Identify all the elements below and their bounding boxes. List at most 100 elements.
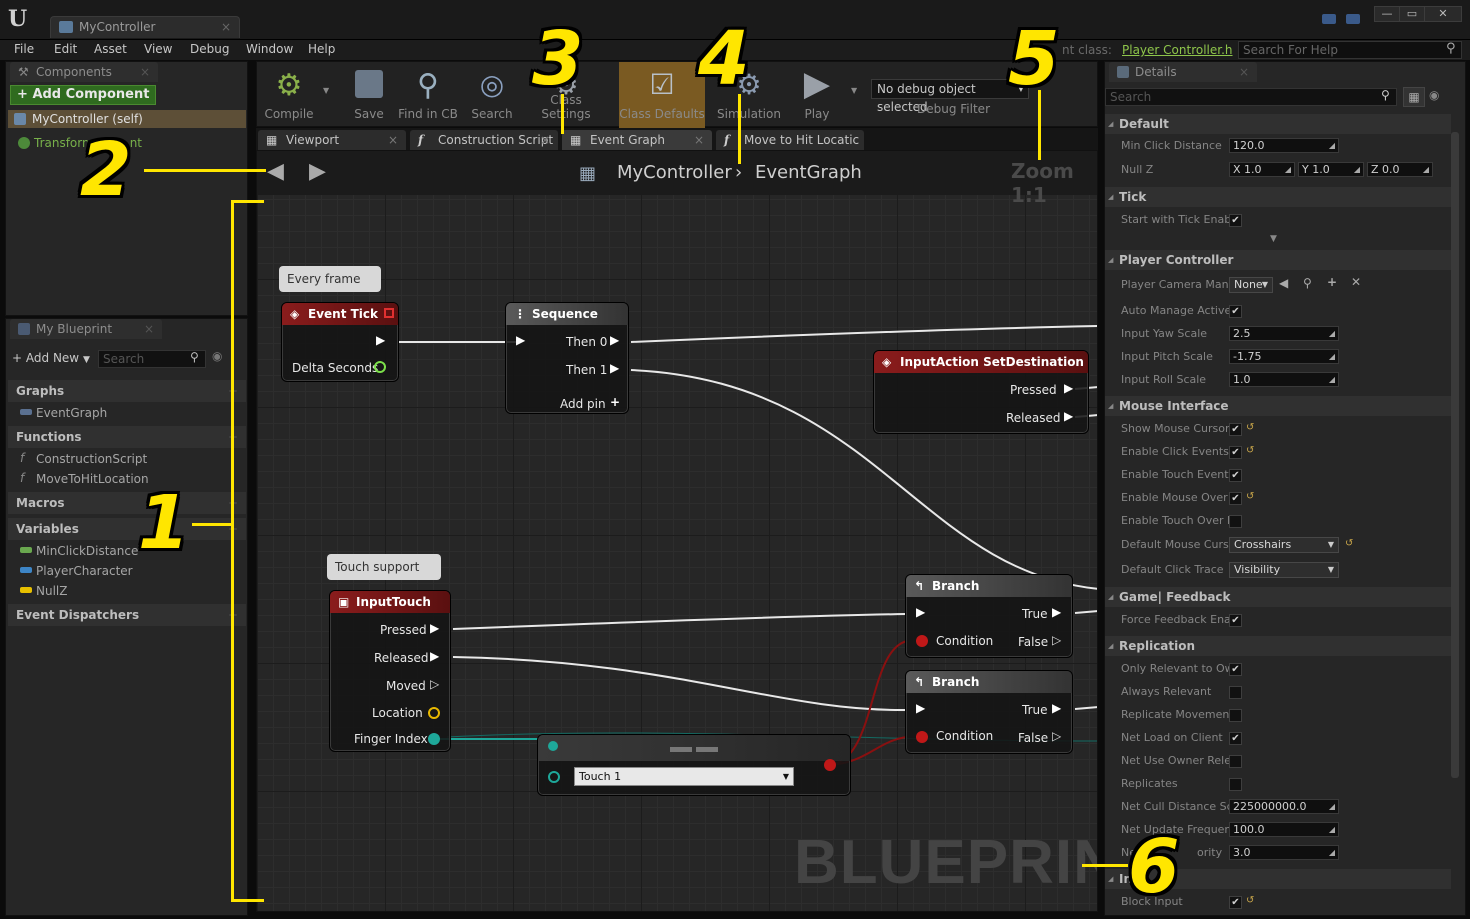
function-item-movetohitlocation[interactable]: f MoveToHitLocation [20, 471, 149, 486]
function-item-constructionscript[interactable]: f ConstructionScript [20, 451, 147, 466]
parent-class-link[interactable]: Player Controller.h [1122, 43, 1233, 57]
input-null-z-y[interactable]: Y 1.0 [1298, 162, 1364, 177]
reset-to-default-icon[interactable]: ↺ [1246, 445, 1254, 456]
clear-icon[interactable]: ✕ [1351, 275, 1361, 289]
save-button[interactable]: Save [343, 62, 395, 128]
class-defaults-button[interactable]: ☑ Class Defaults [619, 62, 705, 128]
variable-item-minclickdistance[interactable]: MinClickDistance [20, 544, 138, 558]
add-component-button[interactable]: + Add Component ▼ [10, 85, 156, 119]
close-window-button[interactable]: ✕ [1424, 6, 1462, 22]
tab-construction-script[interactable]: f Construction Script × [410, 130, 558, 150]
search-button[interactable]: ◎ Search [461, 62, 523, 128]
exec-out-pin[interactable]: ▶ [430, 621, 439, 635]
category-variables[interactable]: Variables+ [8, 518, 246, 540]
play-button[interactable]: ▶ Play [787, 62, 847, 128]
reset-to-default-icon[interactable]: ↺ [1345, 538, 1353, 549]
menu-debug[interactable]: Debug [190, 42, 229, 56]
search-icon[interactable]: ⚲ [190, 350, 199, 364]
close-icon[interactable]: × [221, 17, 231, 38]
search-icon[interactable]: ⚲ [1446, 41, 1456, 56]
details-search-input[interactable]: Search [1105, 88, 1397, 106]
graph-item-eventgraph[interactable]: EventGraph [20, 406, 107, 420]
exec-out-pin[interactable]: ▶ [430, 649, 439, 663]
event-graph-canvas[interactable]: ◀ ▶ ▦ MyController › EventGraph Zoom 1:1… [256, 150, 1098, 912]
compile-button[interactable]: ⚙ Compile [259, 62, 319, 128]
section-player-controller[interactable]: Player Controller [1105, 250, 1451, 270]
checkbox-enable-touch-over[interactable] [1229, 515, 1242, 528]
checkbox-net-use-owner-relevancy[interactable] [1229, 755, 1242, 768]
node-inputaction-setdestination[interactable]: ◈ InputAction SetDestination Pressed ▶ R… [873, 350, 1089, 434]
touch-index-select[interactable]: Touch 1 ▼ [574, 767, 794, 786]
exec-out-pin[interactable]: ▷ [1052, 729, 1061, 743]
input-null-z-z[interactable]: Z 0.0 [1367, 162, 1433, 177]
eye-icon[interactable]: ◉ [1429, 88, 1439, 102]
node-input-touch[interactable]: ▣ InputTouch Pressed ▶ Released ▶ Moved … [329, 590, 451, 752]
exec-out-pin[interactable]: ▶ [610, 361, 619, 375]
browse-icon[interactable]: ⚲ [1303, 276, 1312, 290]
checkbox-always-relevant[interactable] [1229, 686, 1242, 699]
node-event-tick[interactable]: ◈ Event Tick ▶ Delta Seconds [281, 302, 399, 382]
input-net-cull-distance[interactable]: 225000000.0 [1229, 799, 1339, 814]
exec-out-pin[interactable]: ▶ [610, 333, 619, 347]
document-tab[interactable]: MyController × [50, 16, 240, 38]
menu-edit[interactable]: Edit [54, 42, 77, 56]
byte-in-pin[interactable] [548, 771, 560, 783]
select-player-camera-manager[interactable]: None [1229, 277, 1273, 293]
tab-viewport[interactable]: ▦ Viewport × [258, 130, 406, 150]
checkbox-start-with-tick[interactable]: ✔ [1229, 214, 1242, 227]
section-tick[interactable]: Tick [1105, 187, 1451, 207]
compile-options-chevron-icon[interactable]: ▼ [323, 86, 329, 95]
checkbox-enable-click-events[interactable]: ✔ [1229, 446, 1242, 459]
checkbox-replicates[interactable] [1229, 778, 1242, 791]
details-tab[interactable]: Details × [1109, 62, 1257, 82]
variable-item-playercharacter[interactable]: PlayerCharacter [20, 564, 133, 578]
news-icon[interactable] [1346, 14, 1360, 24]
close-icon[interactable]: × [140, 62, 150, 82]
menu-help[interactable]: Help [308, 42, 335, 56]
section-default[interactable]: Default [1105, 114, 1451, 134]
menu-window[interactable]: Window [246, 42, 293, 56]
exec-out-pin[interactable]: ▷ [1052, 633, 1061, 647]
float-pin-icon[interactable] [374, 361, 386, 373]
exec-in-pin[interactable]: ▶ [916, 605, 925, 619]
search-icon[interactable]: ⚲ [1381, 88, 1390, 102]
maximize-button[interactable]: ▭ [1399, 6, 1425, 22]
checkbox-replicate-movement[interactable] [1229, 709, 1242, 722]
exec-in-pin[interactable]: ▶ [916, 701, 925, 715]
add-new-button[interactable]: + Add New ▼ [12, 351, 90, 365]
input-min-click-distance[interactable]: 120.0 [1229, 138, 1339, 153]
bool-out-pin[interactable] [824, 759, 836, 771]
variable-item-nullz[interactable]: NullZ [20, 584, 67, 598]
node-branch-2[interactable]: ↰ Branch ▶ True ▶ Condition False ▷ [905, 670, 1073, 754]
checkbox-only-relevant-to-owner[interactable]: ✔ [1229, 663, 1242, 676]
node-branch-1[interactable]: ↰ Branch ▶ True ▶ Condition False ▷ [905, 574, 1073, 658]
close-icon[interactable]: × [1239, 62, 1249, 82]
vector-pin-icon[interactable] [428, 707, 440, 719]
pin-add-label[interactable]: Add pin [560, 397, 606, 411]
menu-view[interactable]: View [144, 42, 172, 56]
checkbox-auto-manage-active[interactable]: ✔ [1229, 305, 1242, 318]
plus-icon[interactable]: + [610, 395, 620, 409]
section-game-feedback[interactable]: Game| Feedback [1105, 587, 1451, 607]
exec-in-pin[interactable]: ▶ [516, 333, 525, 347]
exec-out-pin[interactable]: ▶ [1064, 409, 1073, 423]
node-sequence[interactable]: ⋮ Sequence ▶ Then 0 ▶ Then 1 ▶ Add pin + [505, 302, 629, 414]
checkbox-show-mouse-cursor[interactable]: ✔ [1229, 423, 1242, 436]
node-equal-byte[interactable]: Touch 1 ▼ [537, 734, 851, 796]
use-selected-arrow-icon[interactable]: ◀ [1279, 276, 1288, 290]
checkbox-force-feedback[interactable]: ✔ [1229, 614, 1242, 627]
comment-every-frame[interactable]: Every frame [279, 266, 381, 292]
input-roll-scale[interactable]: 1.0 [1229, 372, 1339, 387]
checkbox-block-input[interactable]: ✔ [1229, 896, 1242, 909]
play-options-chevron-icon[interactable]: ▼ [851, 86, 857, 95]
byte-pin-icon[interactable] [428, 733, 440, 745]
category-macros[interactable]: Macros+ [8, 492, 246, 514]
category-event-dispatchers[interactable]: Event Dispatchers+ [8, 604, 246, 626]
menu-file[interactable]: File [14, 42, 34, 56]
input-net-update-frequency[interactable]: 100.0 [1229, 822, 1339, 837]
input-null-z-x[interactable]: X 1.0 [1229, 162, 1295, 177]
debug-object-select[interactable]: No debug object selected ▼ [871, 79, 1029, 114]
exec-out-pin[interactable]: ▷ [430, 677, 439, 691]
tab-event-graph[interactable]: ▦ Event Graph × [562, 130, 712, 150]
close-icon[interactable]: × [144, 319, 154, 339]
